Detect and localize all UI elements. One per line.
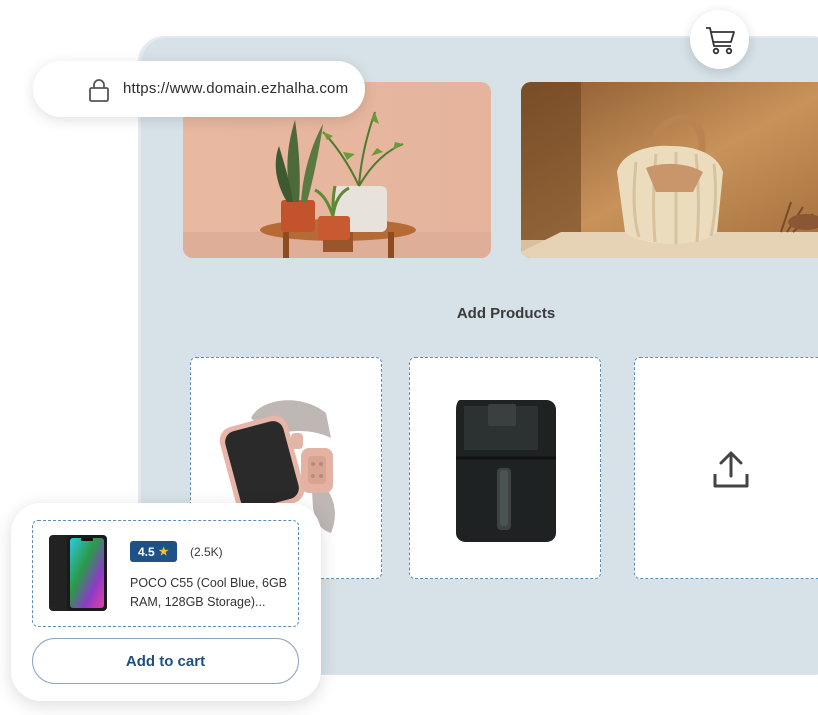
product-slot-air-fryer[interactable] bbox=[409, 357, 601, 579]
section-title: Add Products bbox=[456, 305, 556, 322]
phone-image bbox=[49, 535, 107, 611]
cart-button[interactable] bbox=[690, 10, 749, 69]
upload-slot[interactable] bbox=[634, 357, 818, 579]
product-card-details[interactable]: 4.5 ★ (2.5K) POCO C55 (Cool Blue, 6GB RA… bbox=[32, 520, 299, 627]
star-icon: ★ bbox=[158, 546, 169, 558]
lock-icon bbox=[89, 79, 109, 102]
add-to-cart-button[interactable]: Add to cart bbox=[32, 638, 299, 684]
product-name: POCO C55 (Cool Blue, 6GB RAM, 128GB Stor… bbox=[130, 576, 288, 609]
rating-badge: 4.5 ★ bbox=[130, 541, 177, 562]
review-count: (2.5K) bbox=[190, 545, 223, 559]
browser-url-bar[interactable]: https://www.domain.ezhalha.com bbox=[33, 61, 365, 117]
handbag-banner[interactable] bbox=[521, 82, 818, 258]
handbag-image bbox=[521, 82, 818, 258]
product-card: 4.5 ★ (2.5K) POCO C55 (Cool Blue, 6GB RA… bbox=[11, 503, 321, 701]
air-fryer-image bbox=[456, 400, 556, 542]
url-text: https://www.domain.ezhalha.com bbox=[123, 80, 349, 97]
rating-value: 4.5 bbox=[138, 544, 155, 559]
shopping-cart-icon bbox=[706, 27, 735, 55]
upload-icon bbox=[713, 451, 749, 488]
